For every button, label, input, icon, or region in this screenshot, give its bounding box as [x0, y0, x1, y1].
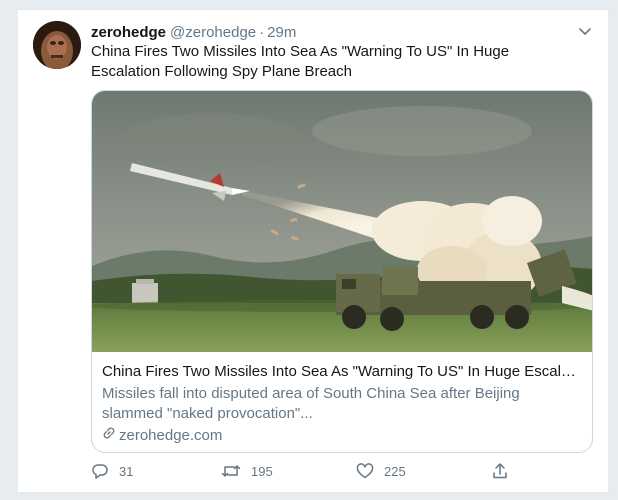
tweet-actions: 31 195 225	[91, 460, 531, 482]
link-domain[interactable]: zerohedge.com	[102, 426, 582, 446]
reply-count: 31	[119, 463, 134, 479]
retweet-count: 195	[251, 463, 273, 479]
retweet-button[interactable]: 195	[221, 462, 273, 480]
link-title[interactable]: China Fires Two Missiles Into Sea As "Wa…	[102, 362, 582, 382]
heart-icon	[356, 462, 374, 480]
author-name[interactable]: zerohedge	[91, 24, 166, 41]
link-description: Missiles fall into disputed area of Sout…	[102, 385, 520, 422]
author-handle[interactable]: @zerohedge	[170, 24, 256, 41]
share-button[interactable]	[491, 462, 509, 480]
reply-icon	[91, 462, 109, 480]
share-icon	[491, 462, 509, 480]
avatar[interactable]	[33, 21, 81, 69]
tweet-header: zerohedge @zerohedge · 29m	[91, 22, 591, 42]
link-icon	[102, 426, 119, 446]
link-domain-text: zerohedge.com	[119, 427, 223, 444]
chevron-down-icon[interactable]	[576, 22, 594, 40]
retweet-icon	[221, 462, 241, 480]
like-button[interactable]: 225	[356, 462, 406, 480]
reply-button[interactable]: 31	[91, 462, 133, 480]
tweet-card[interactable]: zerohedge @zerohedge · 29m China Fires T…	[17, 9, 609, 493]
separator: ·	[259, 23, 265, 41]
tweet-text: China Fires Two Missiles Into Sea As "Wa…	[91, 43, 510, 80]
link-preview-image	[92, 91, 592, 352]
like-count: 225	[384, 463, 406, 479]
link-preview-card[interactable]: China Fires Two Missiles Into Sea As "Wa…	[91, 90, 593, 453]
tweet-time[interactable]: 29m	[267, 24, 296, 41]
